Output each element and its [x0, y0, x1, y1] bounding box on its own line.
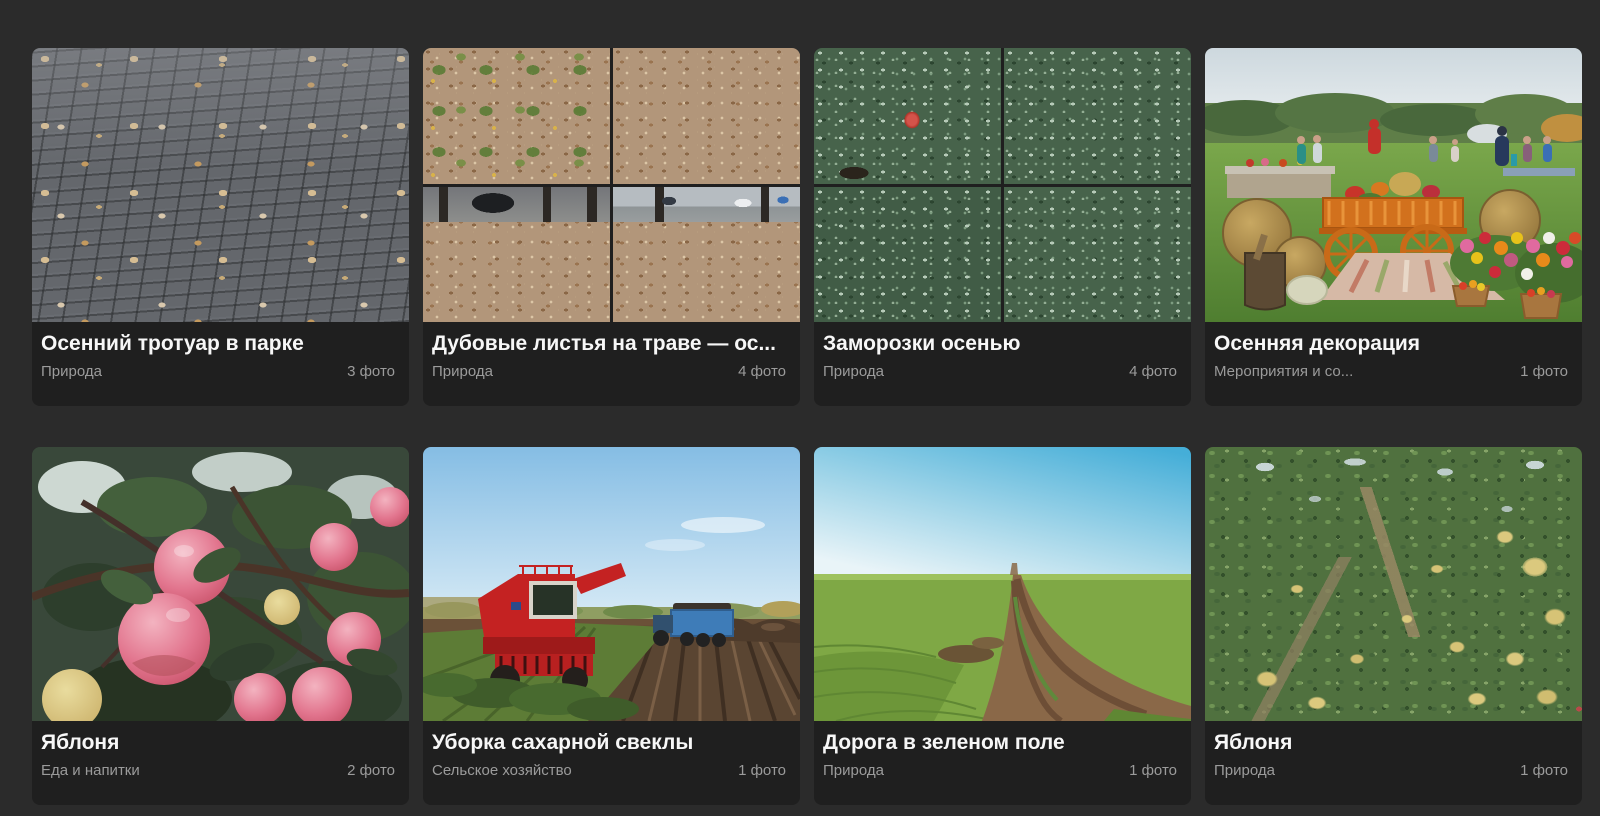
album-title[interactable]: Осенний тротуар в парке — [41, 331, 395, 357]
album-meta: Яблоня Еда и напитки 2 фото — [32, 721, 409, 779]
collage-grid — [423, 48, 800, 322]
collage-grid — [814, 48, 1191, 322]
album-category: Природа — [1214, 762, 1275, 779]
album-thumbnail[interactable] — [814, 447, 1191, 721]
album-card-apple-tree-yellow[interactable]: Яблоня Природа 1 фото — [1205, 447, 1582, 805]
album-meta: Осенняя декорация Мероприятия и со... 1 … — [1205, 322, 1582, 380]
album-subline: Мероприятия и со... 1 фото — [1214, 363, 1568, 380]
park-path-strip — [423, 186, 610, 222]
street-strip — [613, 186, 800, 222]
album-card-autumn-frost[interactable]: Заморозки осенью Природа 4 фото — [814, 48, 1191, 406]
album-title[interactable]: Дорога в зеленом поле — [823, 730, 1177, 756]
album-card-apple-tree-pink[interactable]: Яблоня Еда и напитки 2 фото — [32, 447, 409, 805]
album-grid: Осенний тротуар в парке Природа 3 фото Д… — [32, 48, 1582, 805]
album-thumbnail[interactable] — [32, 447, 409, 721]
album-photo-count: 3 фото — [347, 363, 395, 380]
pink-apples-photo — [32, 447, 409, 721]
album-card-oak-leaves[interactable]: Дубовые листья на траве — ос... Природа … — [423, 48, 800, 406]
album-photo-count: 4 фото — [1129, 363, 1177, 380]
album-category: Еда и напитки — [41, 762, 140, 779]
album-subline: Природа 4 фото — [823, 363, 1177, 380]
frosted-plants-photo — [1004, 48, 1191, 184]
album-meta: Уборка сахарной свеклы Сельское хозяйств… — [423, 721, 800, 779]
album-photo-count: 1 фото — [1520, 762, 1568, 779]
field-road-photo — [814, 447, 1191, 721]
oak-leaves-grass-photo — [423, 48, 610, 184]
frosted-strawberry-photo — [814, 48, 1001, 184]
beet-harvester-photo — [423, 447, 800, 721]
album-category: Природа — [41, 363, 102, 380]
album-subline: Природа 1 фото — [1214, 762, 1568, 779]
album-card-beet-harvest[interactable]: Уборка сахарной свеклы Сельское хозяйств… — [423, 447, 800, 805]
oak-leaves-park-photo — [423, 186, 610, 322]
album-card-field-road[interactable]: Дорога в зеленом поле Природа 1 фото — [814, 447, 1191, 805]
album-photo-count: 4 фото — [738, 363, 786, 380]
album-thumbnail[interactable] — [423, 48, 800, 322]
album-subline: Природа 1 фото — [823, 762, 1177, 779]
album-title[interactable]: Дубовые листья на траве — ос... — [432, 331, 786, 357]
oak-leaves-dense-photo — [613, 48, 800, 184]
album-meta: Осенний тротуар в парке Природа 3 фото — [32, 322, 409, 380]
album-photo-count: 1 фото — [1129, 762, 1177, 779]
album-thumbnail[interactable] — [32, 48, 409, 322]
album-thumbnail[interactable] — [1205, 447, 1582, 721]
album-subline: Природа 3 фото — [41, 363, 395, 380]
album-photo-count: 1 фото — [1520, 363, 1568, 380]
frosted-clover-photo — [1004, 186, 1191, 322]
album-category: Природа — [823, 762, 884, 779]
album-photo-count: 2 фото — [347, 762, 395, 779]
album-meta: Заморозки осенью Природа 4 фото — [814, 322, 1191, 380]
album-category: Природа — [823, 363, 884, 380]
album-thumbnail[interactable] — [814, 48, 1191, 322]
album-title[interactable]: Яблоня — [1214, 730, 1568, 756]
album-title[interactable]: Осенняя декорация — [1214, 331, 1568, 357]
album-subline: Природа 4 фото — [432, 363, 786, 380]
album-thumbnail[interactable] — [423, 447, 800, 721]
album-category: Мероприятия и со... — [1214, 363, 1354, 380]
album-category: Природа — [432, 363, 493, 380]
album-card-autumn-sidewalk[interactable]: Осенний тротуар в парке Природа 3 фото — [32, 48, 409, 406]
autumn-fair-photo — [1205, 48, 1582, 322]
album-title[interactable]: Уборка сахарной свеклы — [432, 730, 786, 756]
album-title[interactable]: Яблоня — [41, 730, 395, 756]
album-subline: Еда и напитки 2 фото — [41, 762, 395, 779]
album-title[interactable]: Заморозки осенью — [823, 331, 1177, 357]
album-meta: Дубовые листья на траве — ос... Природа … — [423, 322, 800, 380]
oak-leaves-street-photo — [613, 186, 800, 322]
pavement-leaves-photo — [32, 48, 409, 322]
album-card-autumn-decoration[interactable]: Осенняя декорация Мероприятия и со... 1 … — [1205, 48, 1582, 406]
album-subline: Сельское хозяйство 1 фото — [432, 762, 786, 779]
album-photo-count: 1 фото — [738, 762, 786, 779]
album-category: Сельское хозяйство — [432, 762, 572, 779]
album-meta: Яблоня Природа 1 фото — [1205, 721, 1582, 779]
album-meta: Дорога в зеленом поле Природа 1 фото — [814, 721, 1191, 779]
yellow-apples-photo — [1205, 447, 1582, 721]
frosted-greens-photo — [814, 186, 1001, 322]
album-thumbnail[interactable] — [1205, 48, 1582, 322]
